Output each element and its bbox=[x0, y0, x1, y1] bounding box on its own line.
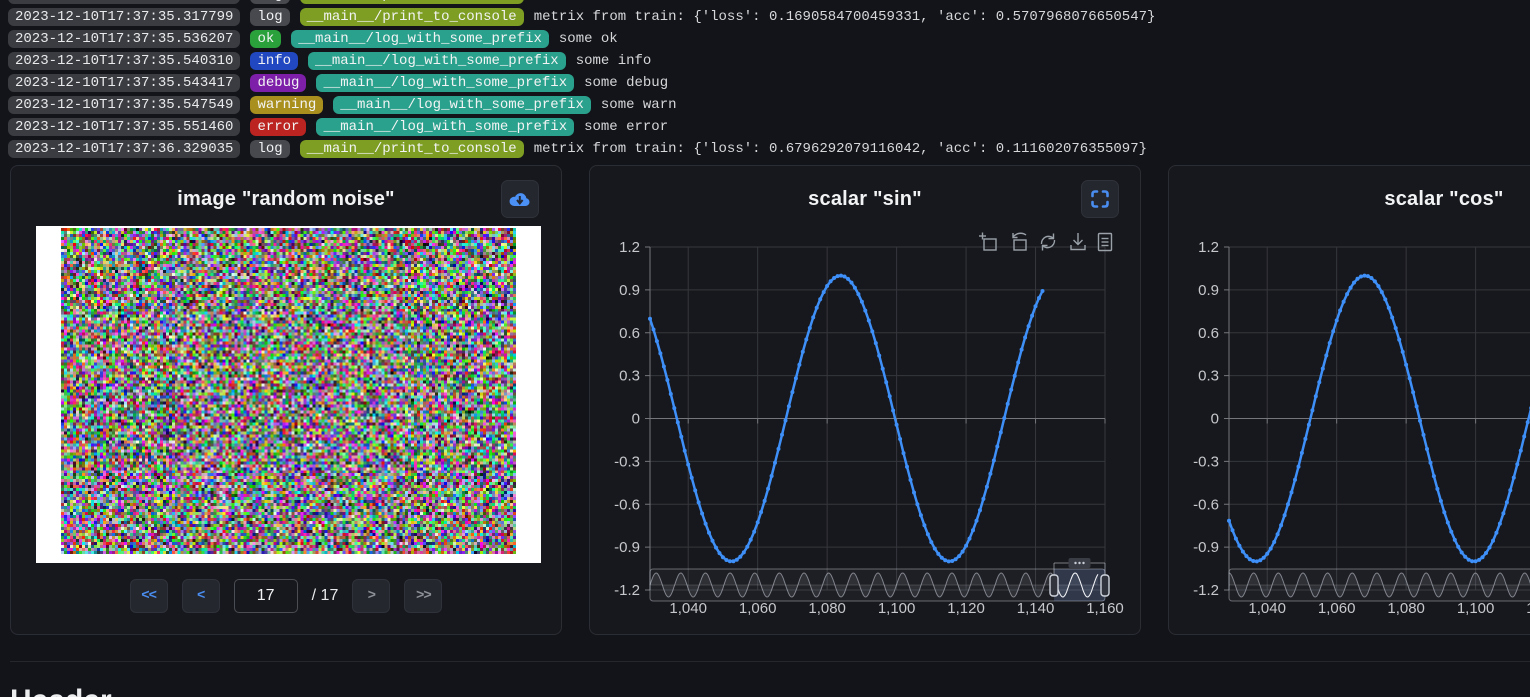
log-level-badge: info bbox=[250, 52, 298, 70]
noise-image-frame bbox=[36, 226, 541, 563]
log-message: some ok bbox=[559, 31, 618, 47]
log-level-badge: error bbox=[250, 118, 306, 136]
x-axis-label: 1,100 bbox=[1457, 600, 1495, 617]
x-axis-label: 1,040 bbox=[1248, 600, 1286, 617]
y-axis-label: -0.3 bbox=[614, 453, 640, 470]
scalar-sin-card: scalar "sin" 1.2 0.9 0.6 0.3 0 -0.3 -0.6 -0.9 -1… bbox=[589, 165, 1141, 635]
y-axis-label: 0.6 bbox=[1198, 325, 1219, 342]
log-source-badge: __main__/print_to_console bbox=[300, 8, 524, 26]
log-timestamp: 2023-12-10T17:37:35.317799 bbox=[8, 8, 240, 26]
x-axis-label: 1,160 bbox=[1086, 600, 1124, 617]
log-level-badge: log bbox=[250, 8, 289, 26]
log-timestamp: 2023-12-10T17:37:35.536207 bbox=[8, 30, 240, 48]
y-axis-label: 0.9 bbox=[1198, 282, 1219, 299]
log-row: 2023-12-10T17:37:35.540310 info __main__/l… bbox=[8, 52, 1155, 70]
y-axis-label: -1.2 bbox=[1193, 582, 1219, 599]
scalar-cos-card: scalar "cos" 1.2 0.9 0.6 0.3 0 -0.3 -0.6 -0.9 -1… bbox=[1168, 165, 1530, 635]
log-timestamp: 2023-12-10T17:37:35.551460 bbox=[8, 118, 240, 136]
log-level-badge: log bbox=[250, 0, 289, 4]
cards-row: image "random noise" << < / 17 > >> scal… bbox=[10, 165, 1530, 635]
last-page-button[interactable]: >> bbox=[404, 579, 442, 613]
log-console: 2023-12-10T17:37:35.317799 log __main__/pr… bbox=[8, 0, 1155, 158]
page-total-label: / 17 bbox=[312, 587, 339, 605]
log-source-badge: __main__/print_to_console bbox=[300, 140, 524, 158]
y-axis-label: -0.6 bbox=[614, 496, 640, 513]
random-noise-image bbox=[61, 228, 516, 554]
y-axis-label: -1.2 bbox=[614, 582, 640, 599]
y-axis-label: -0.3 bbox=[1193, 453, 1219, 470]
download-image-button[interactable] bbox=[501, 180, 539, 218]
log-timestamp: 2023-12-10T17:37:35.540310 bbox=[8, 52, 240, 70]
fullscreen-sin-button[interactable] bbox=[1081, 180, 1119, 218]
log-level-badge: log bbox=[250, 140, 289, 158]
log-level-badge: ok bbox=[250, 30, 281, 48]
log-message: some info bbox=[576, 53, 652, 69]
log-message: some error bbox=[584, 119, 668, 135]
x-axis-label: 1,080 bbox=[1387, 600, 1425, 617]
log-source-badge: __main__/print_to_console bbox=[300, 0, 524, 4]
log-row: 2023-12-10T17:37:36.329035 log __main__/pr… bbox=[8, 140, 1155, 158]
y-axis-label: 0 bbox=[1211, 411, 1219, 428]
sin-card-title: scalar "sin" bbox=[590, 188, 1140, 211]
y-axis-label: 1.2 bbox=[619, 239, 640, 256]
x-axis-label: 1,060 bbox=[739, 600, 777, 617]
fullscreen-icon bbox=[1091, 190, 1109, 208]
y-axis-label: -0.6 bbox=[1193, 496, 1219, 513]
section-heading: Header bbox=[10, 684, 112, 697]
x-axis-label: 1,100 bbox=[878, 600, 916, 617]
log-row: 2023-12-10T17:37:35.547549 warning __main_… bbox=[8, 96, 1155, 114]
cos-card-title: scalar "cos" bbox=[1169, 188, 1530, 211]
cloud-download-icon bbox=[508, 189, 532, 209]
x-axis-label: 1,040 bbox=[669, 600, 707, 617]
image-card-title: image "random noise" bbox=[11, 188, 561, 211]
y-axis-label: 0.9 bbox=[619, 282, 640, 299]
x-axis-label: 1,120 bbox=[1526, 600, 1530, 617]
log-level-badge: debug bbox=[250, 74, 306, 92]
log-source-badge: __main__/log_with_some_prefix bbox=[291, 30, 549, 48]
restore-icon[interactable] bbox=[1041, 234, 1054, 251]
x-axis-label: 1,120 bbox=[947, 600, 985, 617]
x-axis-label: 1,080 bbox=[808, 600, 846, 617]
log-source-badge: __main__/log_with_some_prefix bbox=[333, 96, 591, 114]
log-row: 2023-12-10T17:37:35.551460 error __main__/… bbox=[8, 118, 1155, 136]
y-axis-label: -0.9 bbox=[1193, 539, 1219, 556]
log-row: 2023-12-10T17:37:35.536207 ok __main__/log… bbox=[8, 30, 1155, 48]
log-row: 2023-12-10T17:37:35.543417 debug __main__/… bbox=[8, 74, 1155, 92]
image-card: image "random noise" << < / 17 > >> bbox=[10, 165, 562, 635]
first-page-button[interactable]: << bbox=[130, 579, 168, 613]
y-axis-label: 1.2 bbox=[1198, 239, 1219, 256]
sin-chart[interactable]: 1.2 0.9 0.6 0.3 0 -0.3 -0.6 -0.9 -1.2 1,040 1,060 1… bbox=[590, 232, 1142, 636]
cos-chart[interactable]: 1.2 0.9 0.6 0.3 0 -0.3 -0.6 -0.9 -1.2 1,040 1,060 1… bbox=[1169, 232, 1530, 636]
log-timestamp: 2023-12-10T17:37:36.329035 bbox=[8, 140, 240, 158]
datazoom-right-handle[interactable] bbox=[1101, 575, 1109, 596]
x-axis-label: 1,060 bbox=[1318, 600, 1356, 617]
page-number-input[interactable] bbox=[234, 579, 298, 613]
log-timestamp: 2023-12-10T17:37:35.547549 bbox=[8, 96, 240, 114]
y-axis-label: 0.6 bbox=[619, 325, 640, 342]
y-axis-label: 0 bbox=[632, 411, 640, 428]
y-axis-label: 0.3 bbox=[619, 368, 640, 385]
log-source-badge: __main__/log_with_some_prefix bbox=[316, 74, 574, 92]
x-axis-label: 1,140 bbox=[1017, 600, 1055, 617]
log-row: 2023-12-10T17:37:35.317799 log __main__/pr… bbox=[8, 0, 1155, 4]
y-axis-label: 0.3 bbox=[1198, 368, 1219, 385]
log-message: some debug bbox=[584, 75, 668, 91]
datazoom-left-handle[interactable] bbox=[1050, 575, 1058, 596]
log-message: some warn bbox=[601, 97, 677, 113]
log-level-badge: warning bbox=[250, 96, 323, 114]
y-axis-label: -0.9 bbox=[614, 539, 640, 556]
next-page-button[interactable]: > bbox=[352, 579, 390, 613]
log-timestamp: 2023-12-10T17:37:35.317799 bbox=[8, 0, 240, 4]
log-source-badge: __main__/log_with_some_prefix bbox=[308, 52, 566, 70]
image-pagination: << < / 17 > >> bbox=[11, 579, 561, 613]
log-message: metrix from train: {'loss': 0.6796292079… bbox=[534, 141, 1147, 157]
log-source-badge: __main__/log_with_some_prefix bbox=[316, 118, 574, 136]
section-divider bbox=[10, 661, 1530, 662]
log-row: 2023-12-10T17:37:35.317799 log __main__/pr… bbox=[8, 8, 1155, 26]
log-message: metrix from train: {'loss': 0.1690584700… bbox=[534, 9, 1156, 25]
prev-page-button[interactable]: < bbox=[182, 579, 220, 613]
log-timestamp: 2023-12-10T17:37:35.543417 bbox=[8, 74, 240, 92]
